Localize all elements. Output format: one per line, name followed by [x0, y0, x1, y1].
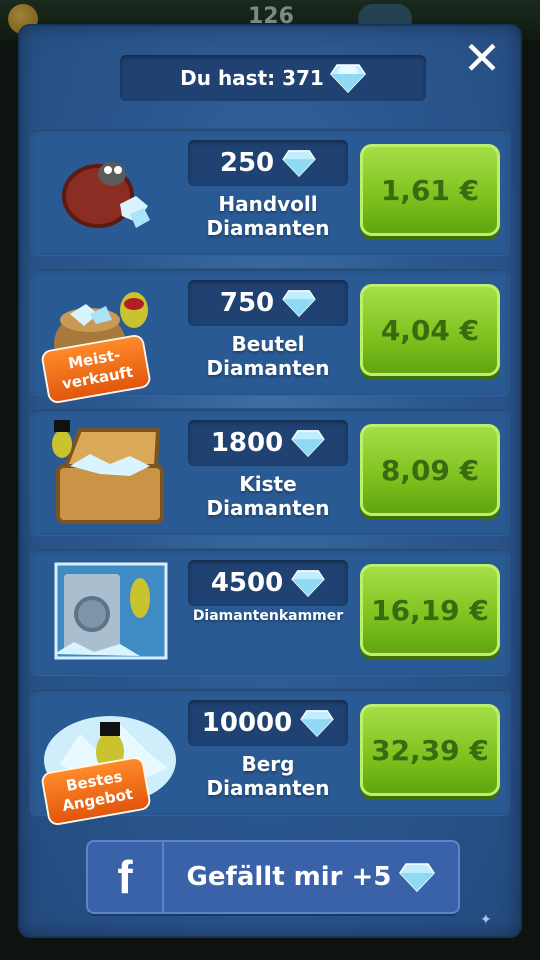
amount-box: 1800	[188, 420, 348, 466]
amount-value: 1800	[210, 428, 284, 458]
amount-box: 4500	[188, 560, 348, 606]
offer-name-line2: Diamanten	[206, 776, 330, 800]
offer-row: Meist-verkauft 750 Beutel Diamanten 4,04…	[30, 268, 510, 403]
amount-box: 10000	[188, 700, 348, 746]
buy-button[interactable]: 4,04 €	[360, 284, 500, 376]
facebook-icon: f	[88, 842, 164, 912]
diamond-icon	[282, 150, 316, 177]
offer-name-line2: Diamanten	[206, 216, 330, 240]
amount-value: 4500	[210, 568, 284, 598]
amount-box: 750	[188, 280, 348, 326]
buy-button[interactable]: 8,09 €	[360, 424, 500, 516]
offer-row: 1800 Kiste Diamanten 8,09 €	[30, 408, 510, 536]
diamond-icon	[291, 570, 325, 597]
chest-of-diamonds-icon	[52, 420, 164, 524]
offer-name-line1: Berg	[241, 752, 295, 776]
vault-of-diamonds-icon	[54, 562, 168, 660]
amount-value: 750	[219, 288, 275, 318]
diamond-icon	[291, 430, 325, 457]
offer-row: 250 Handvoll Diamanten 1,61 €	[30, 128, 510, 256]
amount-value: 250	[219, 148, 275, 178]
bug-with-diamonds-icon	[62, 162, 150, 228]
amount-value: 10000	[201, 708, 293, 738]
diamond-icon	[282, 290, 316, 317]
buy-button[interactable]: 1,61 €	[360, 144, 500, 236]
offer-name-line2: Diamanten	[206, 496, 330, 520]
diamond-icon	[399, 863, 436, 892]
balance-label: Du hast: 371	[180, 66, 324, 90]
buy-button[interactable]: 16,19 €	[360, 564, 500, 656]
offer-name-line1: Kiste	[239, 472, 297, 496]
facebook-like-label: Gefällt mir +5	[186, 862, 392, 892]
facebook-like-button[interactable]: f Gefällt mir +5	[88, 842, 458, 912]
offer-name: Beutel Diamanten	[180, 332, 356, 380]
balance-display: Du hast: 371	[120, 55, 426, 101]
offer-name: Handvoll Diamanten	[180, 192, 356, 240]
diamond-icon	[300, 710, 334, 737]
offer-name: Diamantenkammer	[180, 606, 356, 626]
close-button[interactable]: ✕	[460, 35, 504, 81]
offer-name-line1: Handvoll	[218, 192, 318, 216]
sparkle-icon: ✦	[480, 912, 492, 928]
facebook-like-label-wrap: Gefällt mir +5	[164, 862, 458, 892]
amount-box: 250	[188, 140, 348, 186]
buy-button[interactable]: 32,39 €	[360, 704, 500, 796]
offer-name-line1: Beutel	[231, 332, 305, 356]
offer-name-line1: Diamantenkammer	[192, 608, 344, 624]
offer-row: 4500 Diamantenkammer 16,19 €	[30, 548, 510, 676]
offer-name: Kiste Diamanten	[180, 472, 356, 520]
diamond-icon	[329, 64, 366, 93]
offer-name-line2: Diamanten	[206, 356, 330, 380]
offer-row: Bestes Angebot 10000 Berg Diamanten 32,39…	[30, 688, 510, 825]
offer-name: Berg Diamanten	[180, 752, 356, 800]
